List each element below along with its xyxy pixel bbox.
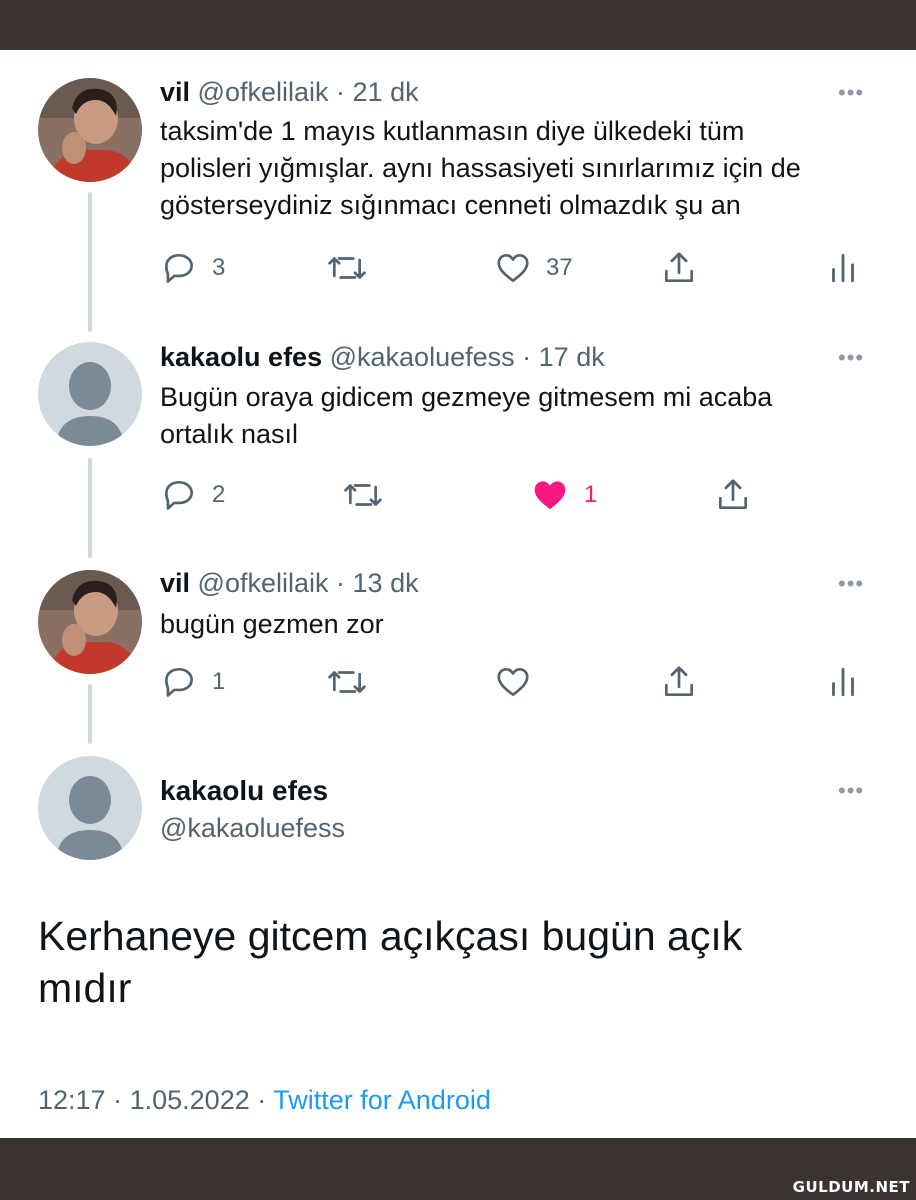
retweet-icon bbox=[328, 671, 366, 693]
separator: · bbox=[257, 1085, 267, 1115]
author-name[interactable]: kakaolu efes bbox=[160, 775, 328, 807]
like-button[interactable]: 37 bbox=[494, 248, 573, 288]
analytics-button[interactable] bbox=[828, 248, 858, 288]
author-name[interactable]: vil bbox=[160, 568, 190, 598]
heart-filled-icon bbox=[534, 481, 566, 510]
tweet-source-link[interactable]: Twitter for Android bbox=[273, 1085, 491, 1115]
separator: · bbox=[336, 77, 346, 107]
share-icon bbox=[664, 666, 694, 697]
tweet-header: vil @ofkelilaik · 13 dk bbox=[160, 567, 419, 599]
tweet-actions: 3 37 bbox=[160, 248, 880, 288]
reply-icon bbox=[164, 480, 194, 510]
avatar[interactable] bbox=[38, 342, 142, 446]
reply-count: 1 bbox=[212, 668, 226, 695]
watermark: GULDUM.NET bbox=[792, 1178, 910, 1196]
tweet-text-line: ortalık nasıl bbox=[160, 419, 299, 449]
author-name[interactable]: vil bbox=[160, 77, 190, 107]
tweet-meta: 12:17 · 1.05.2022 · Twitter for Android bbox=[38, 1085, 491, 1116]
more-options-icon[interactable]: ••• bbox=[838, 345, 864, 371]
reply-button[interactable]: 1 bbox=[160, 662, 225, 702]
separator: · bbox=[336, 568, 346, 598]
author-handle[interactable]: @kakaoluefess bbox=[330, 342, 515, 372]
bottom-bar: GULDUM.NET bbox=[0, 1138, 916, 1200]
tweet-text-line: polisleri yığmışlar. aynı hassasiyeti sı… bbox=[160, 153, 801, 183]
analytics-button[interactable] bbox=[828, 662, 858, 702]
separator: · bbox=[522, 342, 532, 372]
heart-icon bbox=[497, 667, 529, 697]
tweet-text-line: bugün gezmen zor bbox=[160, 609, 384, 639]
reply-icon bbox=[164, 253, 194, 283]
top-bar bbox=[0, 0, 916, 50]
separator: · bbox=[113, 1085, 123, 1115]
like-count: 37 bbox=[546, 254, 573, 281]
tweet-text-line: taksim'de 1 mayıs kutlanmasın diye ülked… bbox=[160, 116, 745, 146]
author-name[interactable]: kakaolu efes bbox=[160, 342, 322, 372]
like-button[interactable] bbox=[494, 662, 532, 702]
share-button[interactable] bbox=[660, 248, 698, 288]
reply-icon bbox=[164, 667, 194, 697]
more-options-icon[interactable]: ••• bbox=[838, 80, 864, 106]
tweet-date[interactable]: 1.05.2022 bbox=[130, 1085, 250, 1115]
avatar[interactable] bbox=[38, 570, 142, 674]
share-button[interactable] bbox=[714, 475, 752, 515]
tweet-time[interactable]: 13 dk bbox=[353, 568, 419, 598]
thread-connector bbox=[88, 458, 92, 558]
tweet-actions: 1 bbox=[160, 662, 880, 702]
tweet-text: taksim'de 1 mayıs kutlanmasın diye ülked… bbox=[160, 113, 880, 224]
share-icon bbox=[664, 252, 694, 283]
tweet-text-line: mıdır bbox=[38, 965, 132, 1011]
retweet-button[interactable] bbox=[326, 248, 368, 288]
retweet-button[interactable] bbox=[342, 475, 384, 515]
thread-connector bbox=[88, 684, 92, 744]
thread-connector bbox=[88, 192, 92, 332]
tweet-text-line: Kerhaneye gitcem açıkçası bugün açık bbox=[38, 913, 743, 959]
share-icon bbox=[718, 479, 748, 510]
tweet-time[interactable]: 17 dk bbox=[539, 342, 605, 372]
main-tweet-text: Kerhaneye gitcem açıkçası bugün açık mıd… bbox=[38, 910, 858, 1014]
tweet-header: vil @ofkelilaik · 21 dk bbox=[160, 76, 419, 108]
more-options-icon[interactable]: ••• bbox=[838, 778, 864, 804]
tweet-text-line: Bugün oraya gidicem gezmeye gitmesem mi … bbox=[160, 382, 773, 412]
heart-icon bbox=[497, 253, 529, 283]
tweet-time[interactable]: 21 dk bbox=[353, 77, 419, 107]
analytics-icon bbox=[832, 253, 854, 283]
avatar[interactable] bbox=[38, 78, 142, 182]
tweet-text-line: gösterseydiniz sığınmacı cenneti olmazdı… bbox=[160, 190, 741, 220]
retweet-icon bbox=[344, 484, 382, 506]
like-count: 1 bbox=[584, 481, 598, 508]
reply-button[interactable]: 2 bbox=[160, 475, 225, 515]
share-button[interactable] bbox=[660, 662, 698, 702]
analytics-icon bbox=[832, 667, 854, 697]
author-handle[interactable]: @ofkelilaik bbox=[198, 77, 329, 107]
reply-count: 2 bbox=[212, 481, 226, 508]
avatar[interactable] bbox=[38, 756, 142, 860]
author-handle[interactable]: @ofkelilaik bbox=[198, 568, 329, 598]
reply-button[interactable]: 3 bbox=[160, 248, 225, 288]
like-button[interactable]: 1 bbox=[530, 475, 597, 515]
reply-count: 3 bbox=[212, 254, 226, 281]
tweet-actions: 2 1 bbox=[160, 475, 880, 515]
more-options-icon[interactable]: ••• bbox=[838, 571, 864, 597]
tweet-header: kakaolu efes @kakaoluefess · 17 dk bbox=[160, 341, 605, 373]
tweet-text: Bugün oraya gidicem gezmeye gitmesem mi … bbox=[160, 379, 880, 453]
author-handle[interactable]: @kakaoluefess bbox=[160, 813, 345, 844]
retweet-icon bbox=[328, 257, 366, 279]
tweet-time[interactable]: 12:17 bbox=[38, 1085, 106, 1115]
tweet-text: bugün gezmen zor bbox=[160, 606, 880, 643]
retweet-button[interactable] bbox=[326, 662, 368, 702]
